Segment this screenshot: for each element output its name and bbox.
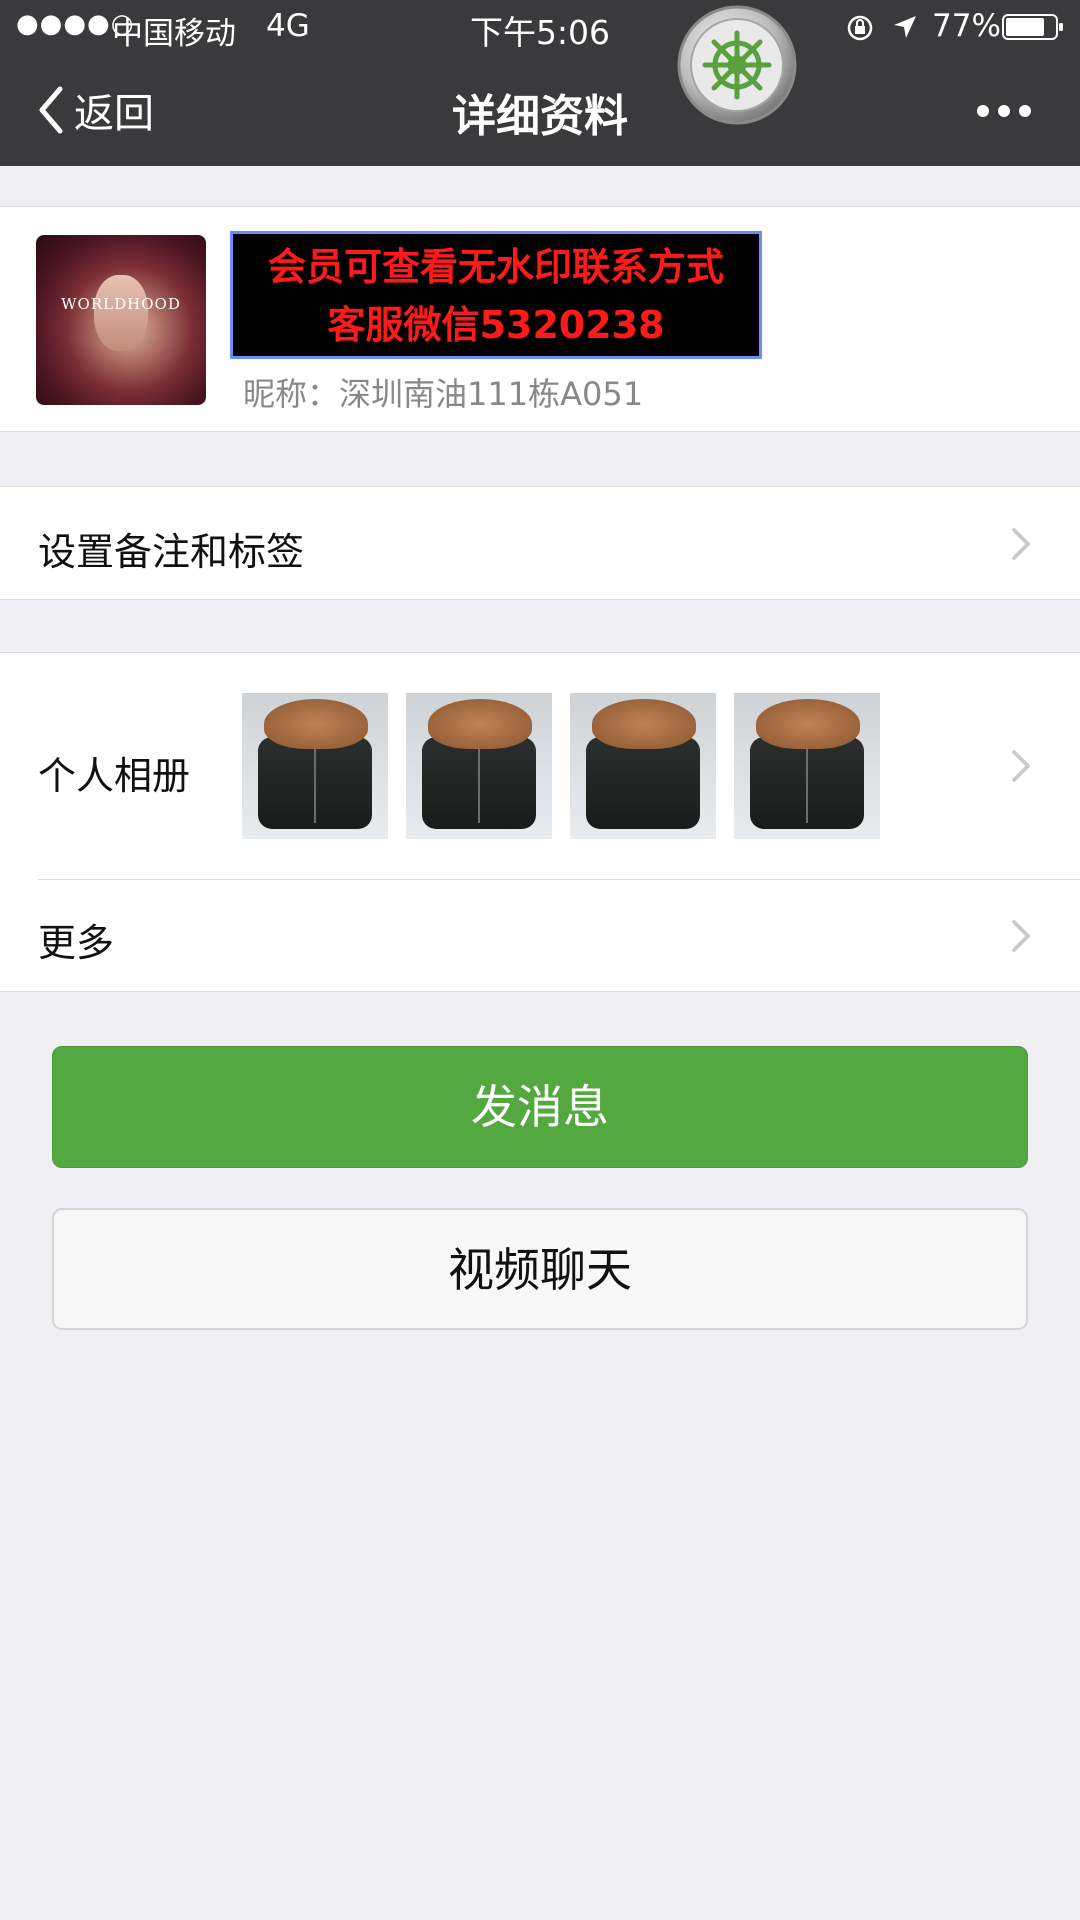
promo-watermark: 会员可查看无水印联系方式 客服微信5320238 [230,231,762,359]
avatar[interactable]: WORLDHOOD [36,235,206,405]
avatar-face [94,275,148,351]
chevron-right-icon [1012,750,1030,782]
personal-album-row[interactable]: 个人相册 [0,653,1080,879]
more-label: 更多 [38,921,115,965]
page-title: 详细资料 [452,91,628,142]
location-arrow-icon [894,16,916,38]
album-thumbnail[interactable] [406,693,552,839]
personal-album-label: 个人相册 [38,754,191,798]
avatar-logo-text: WORLDHOOD [61,295,181,313]
helm-icon[interactable] [676,4,798,126]
remark-tags-label: 设置备注和标签 [38,530,305,574]
profile-card: WORLDHOOD 会员可查看无水印联系方式 客服微信5320238 昵称：深圳… [0,206,1080,432]
album-thumbnail[interactable] [570,693,716,839]
chevron-right-icon [1012,920,1030,952]
battery-percent: 77% [932,8,1001,44]
album-more-group: 个人相册 更多 [0,652,1080,992]
remark-tags-row[interactable]: 设置备注和标签 [0,486,1080,600]
more-dots-icon[interactable] [974,96,1034,126]
battery-icon [1002,14,1063,40]
album-thumbnails [242,693,898,839]
profile-detail-screen: ●●●●○ 中国移动 4G 下午5:06 77% 返回 详细资料 WORLDHO… [0,0,1080,1920]
video-chat-button[interactable]: 视频聊天 [52,1208,1028,1330]
album-thumbnail[interactable] [734,693,880,839]
more-row[interactable]: 更多 [0,880,1080,992]
top-bar: ●●●●○ 中国移动 4G 下午5:06 77% 返回 详细资料 [0,0,1080,166]
promo-line-1: 会员可查看无水印联系方式 [267,245,724,289]
album-thumbnail[interactable] [242,693,388,839]
chevron-right-icon [1012,528,1030,560]
send-message-button[interactable]: 发消息 [52,1046,1028,1168]
lock-rotation-icon [847,15,873,41]
promo-line-2: 客服微信5320238 [327,303,665,347]
status-bar: ●●●●○ 中国移动 4G 下午5:06 77% [0,0,1080,56]
nickname: 昵称：深圳南油111栋A051 [243,375,644,413]
status-time: 下午5:06 [469,13,611,52]
